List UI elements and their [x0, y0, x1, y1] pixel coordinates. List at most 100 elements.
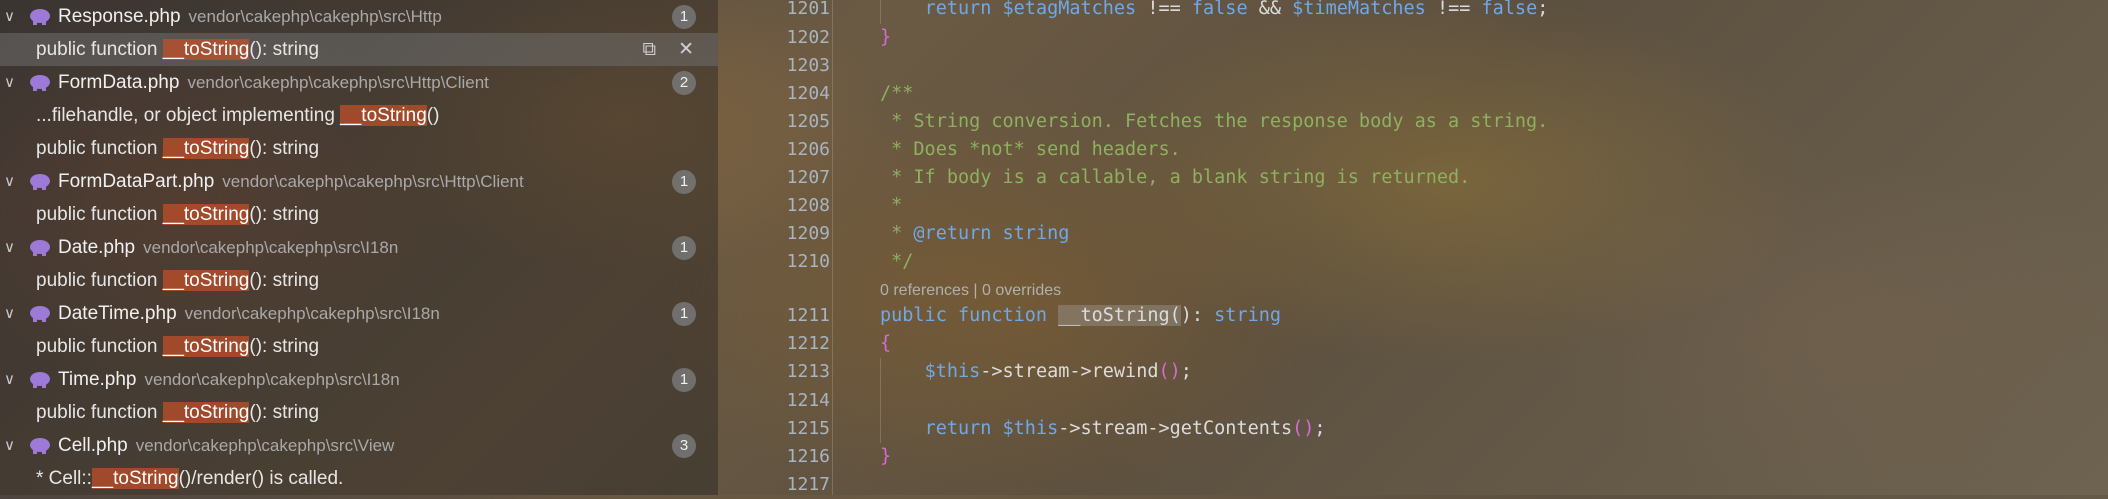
match-count-badge: 1 [672, 236, 696, 260]
code-text: } [880, 27, 892, 48]
code-line[interactable]: 1206 * Does *not* send headers. [718, 136, 2108, 164]
match-highlight: __toString [162, 336, 250, 357]
replace-icon[interactable]: ⧉ [643, 39, 657, 60]
match-row[interactable]: ...filehandle, or object implementing __… [0, 99, 718, 132]
chevron-down-icon[interactable]: ∨ [4, 363, 18, 396]
match-text: public function __toString(): string [36, 396, 319, 429]
match-suffix: (): string [249, 204, 320, 225]
file-path: vendor\cakephp\cakephp\src\View [135, 436, 395, 455]
chevron-down-icon[interactable]: ∨ [4, 231, 18, 264]
line-number: 1215 [786, 418, 830, 439]
code-text: * [880, 195, 903, 216]
match-row[interactable]: public function __toString(): string [0, 396, 718, 429]
line-number: 1204 [786, 83, 830, 104]
chevron-down-icon[interactable]: ∨ [4, 66, 18, 99]
file-path: vendor\cakephp\cakephp\src\Http\Client [187, 73, 489, 92]
chevron-down-icon[interactable]: ∨ [4, 165, 18, 198]
match-highlight: __toString [340, 105, 427, 126]
code-line[interactable]: 1201 return $etagMatches !== false && $t… [718, 0, 2108, 23]
line-number: 1213 [786, 361, 830, 382]
code-line[interactable]: 1216} [718, 443, 2108, 471]
match-count-badge: 1 [672, 368, 696, 392]
code-text: */ [880, 251, 914, 272]
match-row[interactable]: public function __toString(): string [0, 198, 718, 231]
code-line[interactable]: 1214 [718, 387, 2108, 415]
line-number: 1203 [786, 55, 830, 76]
code-line[interactable]: 1203 [718, 52, 2108, 80]
code-text: * If body is a callable, a blank string … [880, 167, 1471, 188]
file-result-row[interactable]: ∨ Time.php vendor\cakephp\cakephp\src\I18n… [0, 363, 718, 396]
code-text: * String conversion. Fetches the respons… [880, 111, 1549, 132]
codelens-references[interactable]: 0 references | 0 overrides [880, 282, 1061, 300]
match-prefix: public function [36, 270, 163, 291]
file-path: vendor\cakephp\cakephp\src\Http\Client [222, 172, 524, 191]
file-result-row[interactable]: ∨ DateTime.php vendor\cakephp\cakephp\src\… [0, 297, 718, 330]
code-line[interactable]: 1207 * If body is a callable, a blank st… [718, 164, 2108, 192]
line-number: 1201 [786, 0, 830, 19]
code-line[interactable]: 1210 */ [718, 248, 2108, 276]
file-result-row[interactable]: ∨ FormData.php vendor\cakephp\cakephp\src\… [0, 66, 718, 99]
file-name-label: Response.php [58, 6, 181, 27]
line-number: 1208 [786, 195, 830, 216]
file-name-label: DateTime.php [58, 303, 177, 324]
file-name-label: Cell.php [58, 435, 128, 456]
match-suffix: ()/render() is called. [178, 468, 344, 489]
match-count-badge: 3 [672, 434, 696, 458]
file-result-row[interactable]: ∨ Response.php vendor\cakephp\cakephp\src\… [0, 0, 718, 33]
code-line[interactable]: 1205 * String conversion. Fetches the re… [718, 108, 2108, 136]
match-highlight: __toString [162, 204, 250, 225]
line-number: 1212 [786, 333, 830, 354]
match-text: public function __toString(): string [36, 33, 319, 66]
match-count-badge: 1 [672, 302, 696, 326]
match-count-badge: 1 [672, 170, 696, 194]
match-suffix: (): string [249, 270, 320, 291]
match-row[interactable]: * Cell::__toString()/render() is called. [0, 462, 718, 495]
code-line[interactable]: 1209 * @return string [718, 220, 2108, 248]
code-editor[interactable]: 0 references | 0 overrides 1201 return $… [718, 0, 2108, 495]
code-text: public function __toString(): string [880, 305, 1281, 326]
line-number: 1210 [786, 251, 830, 272]
match-highlight: __toString [162, 39, 250, 60]
code-line[interactable]: 1212 { [718, 330, 2108, 358]
code-line[interactable]: 1211 public function __toString(): string [718, 302, 2108, 330]
line-number: 1214 [786, 390, 830, 411]
match-prefix: public function [36, 402, 163, 423]
match-suffix: (): string [249, 138, 320, 159]
match-suffix: (): string [249, 402, 320, 423]
file-result-row[interactable]: ∨ Cell.php vendor\cakephp\cakephp\src\View… [0, 429, 718, 462]
file-result-row[interactable]: ∨ Date.php vendor\cakephp\cakephp\src\I18n… [0, 231, 718, 264]
code-line[interactable]: 1202} [718, 24, 2108, 52]
file-result-row[interactable]: ∨ FormDataPart.php vendor\cakephp\cakephp\… [0, 165, 718, 198]
match-prefix: public function [36, 138, 163, 159]
match-text: public function __toString(): string [36, 198, 319, 231]
php-file-icon [30, 75, 50, 91]
chevron-down-icon[interactable]: ∨ [4, 297, 18, 330]
close-icon[interactable]: ✕ [678, 39, 694, 60]
line-number: 1207 [786, 167, 830, 188]
file-name-label: Date.php [58, 237, 136, 258]
file-path: vendor\cakephp\cakephp\src\I18n [184, 304, 440, 323]
search-results-panel: ∨ Response.php vendor\cakephp\cakephp\src\… [0, 0, 718, 495]
file-path: vendor\cakephp\cakephp\src\I18n [143, 238, 399, 257]
match-row[interactable]: public function __toString(): string [0, 264, 718, 297]
match-text: ...filehandle, or object implementing __… [36, 99, 439, 132]
match-row[interactable]: public function __toString(): string [0, 132, 718, 165]
line-number: 1216 [786, 446, 830, 467]
file-name: Date.php vendor\cakephp\cakephp\src\I18n [58, 231, 398, 264]
file-name: DateTime.php vendor\cakephp\cakephp\src\I… [58, 297, 440, 330]
chevron-down-icon[interactable]: ∨ [4, 429, 18, 462]
chevron-down-icon[interactable]: ∨ [4, 0, 18, 33]
code-line[interactable]: 1213 $this->stream->rewind(); [718, 358, 2108, 386]
php-file-icon [30, 9, 50, 25]
match-prefix: * Cell:: [36, 468, 92, 489]
match-row[interactable]: public function __toString(): string [0, 330, 718, 363]
match-row[interactable]: public function __toString(): string ⧉ ✕ [0, 33, 718, 66]
code-line[interactable]: 1208 * [718, 192, 2108, 220]
match-suffix: (): string [249, 336, 320, 357]
file-path: vendor\cakephp\cakephp\src\I18n [144, 370, 400, 389]
php-file-icon [30, 174, 50, 190]
code-line[interactable]: 1215 return $this->stream->getContents()… [718, 415, 2108, 443]
code-text: $this->stream->rewind(); [924, 361, 1192, 382]
code-line[interactable]: 1204 /** [718, 80, 2108, 108]
file-name: FormData.php vendor\cakephp\cakephp\src\H… [58, 66, 489, 99]
